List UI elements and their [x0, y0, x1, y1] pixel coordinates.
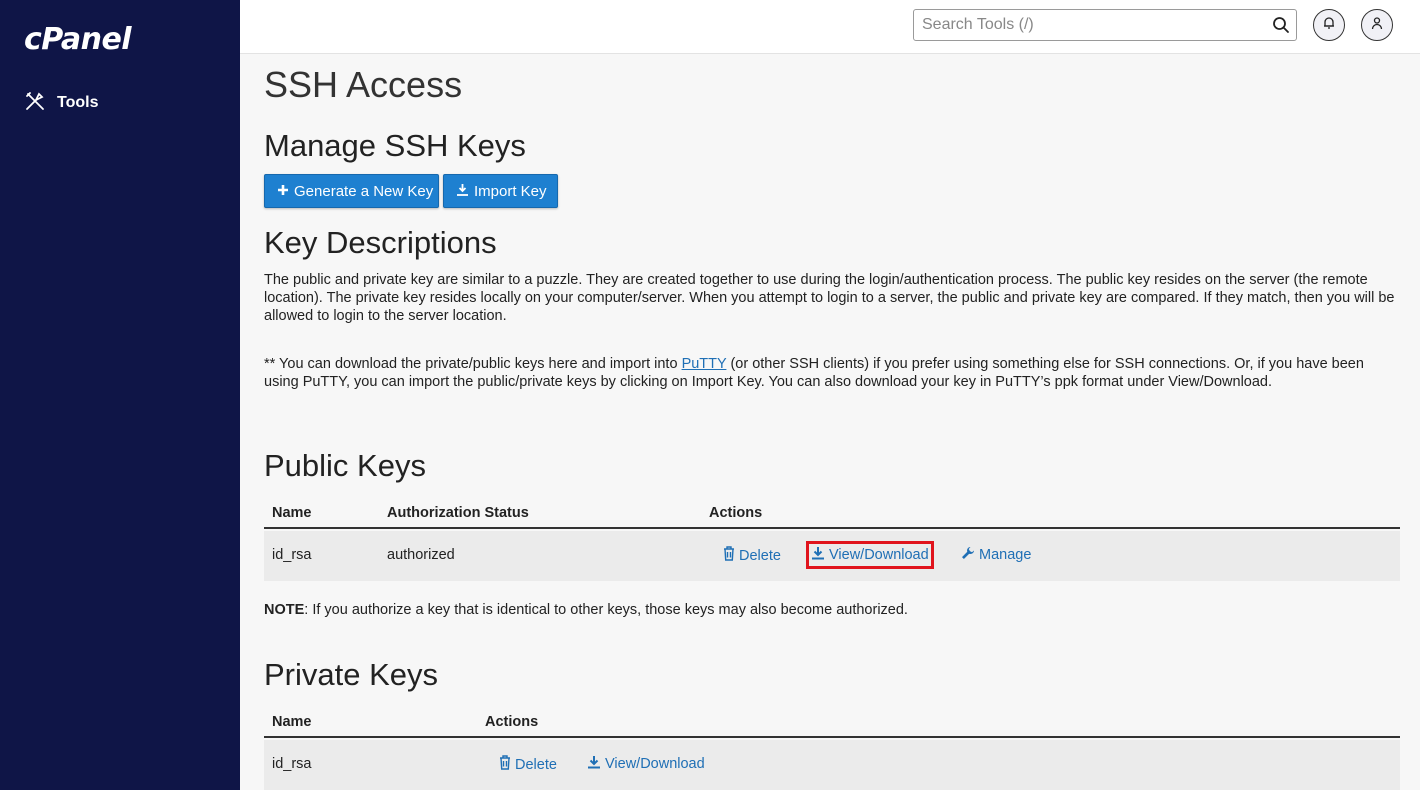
column-header-name: Name	[272, 714, 312, 730]
search-icon[interactable]	[1272, 16, 1290, 39]
user-icon	[1370, 16, 1384, 35]
putty-link[interactable]: PuTTY	[682, 356, 727, 372]
search-input[interactable]	[914, 10, 1264, 40]
table-row: id_rsa Delete View/Download	[264, 740, 1400, 790]
download-icon	[587, 755, 605, 773]
view-download-label: View/Download	[605, 756, 705, 772]
sidebar: cPanel Tools	[0, 0, 240, 790]
view-download-label: View/Download	[829, 547, 929, 563]
key-descriptions-heading: Key Descriptions	[264, 225, 497, 260]
table-row: id_rsa authorized Delete View/Download M…	[264, 531, 1400, 581]
trash-icon	[723, 546, 739, 565]
tools-icon	[24, 90, 57, 117]
delete-private-key-link[interactable]: Delete	[499, 755, 557, 774]
view-download-private-key-link[interactable]: View/Download	[587, 755, 705, 773]
manage-label: Manage	[979, 547, 1032, 563]
putty-info-text: ** You can download the private/public k…	[264, 355, 1400, 391]
view-download-public-key-link[interactable]: View/Download	[806, 541, 934, 569]
generate-key-label: Generate a New Key	[294, 182, 434, 200]
import-key-button[interactable]: Import Key	[443, 174, 558, 208]
key-name: id_rsa	[272, 547, 312, 563]
private-keys-table-header: Name Actions	[264, 710, 1400, 738]
column-header-actions: Actions	[485, 714, 539, 730]
wrench-icon	[961, 546, 979, 564]
download-icon	[811, 546, 829, 564]
column-header-authorization-status: Authorization Status	[387, 505, 529, 521]
column-header-actions: Actions	[709, 505, 763, 521]
public-keys-table-header: Name Authorization Status Actions	[264, 501, 1400, 529]
delete-public-key-link[interactable]: Delete	[723, 546, 781, 565]
sidebar-item-tools[interactable]: Tools	[24, 90, 98, 116]
key-descriptions-text: The public and private key are similar t…	[264, 272, 1395, 324]
top-bar	[240, 0, 1420, 54]
page-title: SSH Access	[264, 64, 463, 105]
note-text: : If you authorize a key that is identic…	[304, 602, 908, 618]
user-menu-button[interactable]	[1361, 9, 1393, 41]
manage-ssh-keys-heading: Manage SSH Keys	[264, 128, 526, 163]
sidebar-item-label: Tools	[57, 94, 99, 111]
import-key-label: Import Key	[474, 182, 547, 200]
plus-icon	[277, 183, 289, 200]
private-keys-heading: Private Keys	[264, 657, 439, 692]
column-header-name: Name	[272, 505, 312, 521]
key-name: id_rsa	[272, 756, 312, 772]
cpanel-logo[interactable]: cPanel	[24, 22, 132, 57]
manage-public-key-link[interactable]: Manage	[961, 546, 1031, 564]
bell-icon	[1322, 16, 1336, 35]
generate-key-button[interactable]: Generate a New Key	[264, 174, 439, 208]
delete-label: Delete	[515, 756, 557, 773]
search-box[interactable]	[913, 9, 1297, 41]
note-label: NOTE	[264, 602, 305, 618]
delete-label: Delete	[739, 547, 781, 564]
notifications-button[interactable]	[1313, 9, 1345, 41]
trash-icon	[499, 755, 515, 774]
authorization-status: authorized	[387, 547, 455, 563]
putty-text-before: ** You can download the private/public k…	[264, 356, 682, 372]
import-icon	[456, 183, 469, 200]
authorization-note: NOTE: If you authorize a key that is ide…	[264, 602, 908, 618]
public-keys-heading: Public Keys	[264, 448, 426, 483]
